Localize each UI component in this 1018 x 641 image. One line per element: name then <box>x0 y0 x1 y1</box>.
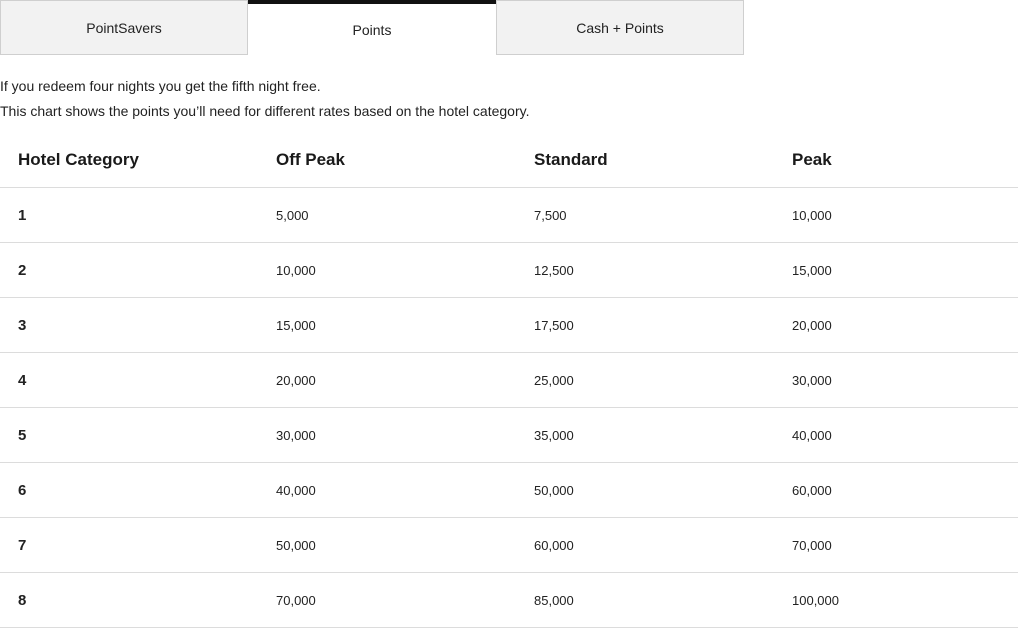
table-row: 6 40,000 50,000 60,000 <box>0 462 1018 518</box>
intro-line-chart-description: This chart shows the points you’ll need … <box>0 103 530 119</box>
off-peak-cell: 15,000 <box>258 297 516 353</box>
tab-pointsavers-label: PointSavers <box>86 19 162 36</box>
tab-points-label: Points <box>352 21 392 38</box>
tab-cash-points-label: Cash + Points <box>576 19 664 36</box>
peak-cell: 15,000 <box>774 242 1018 298</box>
header-hotel-category: Hotel Category <box>0 132 258 188</box>
off-peak-cell: 30,000 <box>258 407 516 463</box>
off-peak-cell: 5,000 <box>258 187 516 243</box>
peak-cell: 70,000 <box>774 517 1018 573</box>
table-row: 3 15,000 17,500 20,000 <box>0 297 1018 353</box>
table-row: 4 20,000 25,000 30,000 <box>0 352 1018 408</box>
intro-line-free-night: If you redeem four nights you get the fi… <box>0 78 321 94</box>
off-peak-cell: 50,000 <box>258 517 516 573</box>
standard-cell: 25,000 <box>516 352 774 408</box>
tab-pointsavers[interactable]: PointSavers <box>0 0 248 55</box>
off-peak-cell: 20,000 <box>258 352 516 408</box>
table-row: 7 50,000 60,000 70,000 <box>0 517 1018 573</box>
rate-tabs: PointSavers Points Cash + Points <box>0 0 744 55</box>
tab-cash-points[interactable]: Cash + Points <box>496 0 744 55</box>
table-row: 1 5,000 7,500 10,000 <box>0 187 1018 243</box>
peak-cell: 10,000 <box>774 187 1018 243</box>
header-standard: Standard <box>516 132 774 188</box>
peak-cell: 30,000 <box>774 352 1018 408</box>
off-peak-cell: 40,000 <box>258 462 516 518</box>
standard-cell: 7,500 <box>516 187 774 243</box>
category-cell: 3 <box>0 297 258 353</box>
category-cell: 6 <box>0 462 258 518</box>
category-cell: 2 <box>0 242 258 298</box>
peak-cell: 20,000 <box>774 297 1018 353</box>
category-cell: 7 <box>0 517 258 573</box>
category-cell: 1 <box>0 187 258 243</box>
category-cell: 5 <box>0 407 258 463</box>
standard-cell: 17,500 <box>516 297 774 353</box>
intro-text: If you redeem four nights you get the fi… <box>0 74 529 124</box>
header-off-peak: Off Peak <box>258 132 516 188</box>
peak-cell: 100,000 <box>774 572 1018 628</box>
points-chart-table: Hotel Category Off Peak Standard Peak 1 … <box>0 132 1018 628</box>
off-peak-cell: 70,000 <box>258 572 516 628</box>
standard-cell: 35,000 <box>516 407 774 463</box>
table-header-row: Hotel Category Off Peak Standard Peak <box>0 132 1018 188</box>
standard-cell: 12,500 <box>516 242 774 298</box>
tab-points[interactable]: Points <box>248 0 496 55</box>
table-row: 8 70,000 85,000 100,000 <box>0 572 1018 628</box>
header-peak: Peak <box>774 132 1018 188</box>
peak-cell: 60,000 <box>774 462 1018 518</box>
category-cell: 4 <box>0 352 258 408</box>
category-cell: 8 <box>0 572 258 628</box>
peak-cell: 40,000 <box>774 407 1018 463</box>
standard-cell: 85,000 <box>516 572 774 628</box>
standard-cell: 50,000 <box>516 462 774 518</box>
standard-cell: 60,000 <box>516 517 774 573</box>
off-peak-cell: 10,000 <box>258 242 516 298</box>
table-row: 2 10,000 12,500 15,000 <box>0 242 1018 298</box>
table-row: 5 30,000 35,000 40,000 <box>0 407 1018 463</box>
